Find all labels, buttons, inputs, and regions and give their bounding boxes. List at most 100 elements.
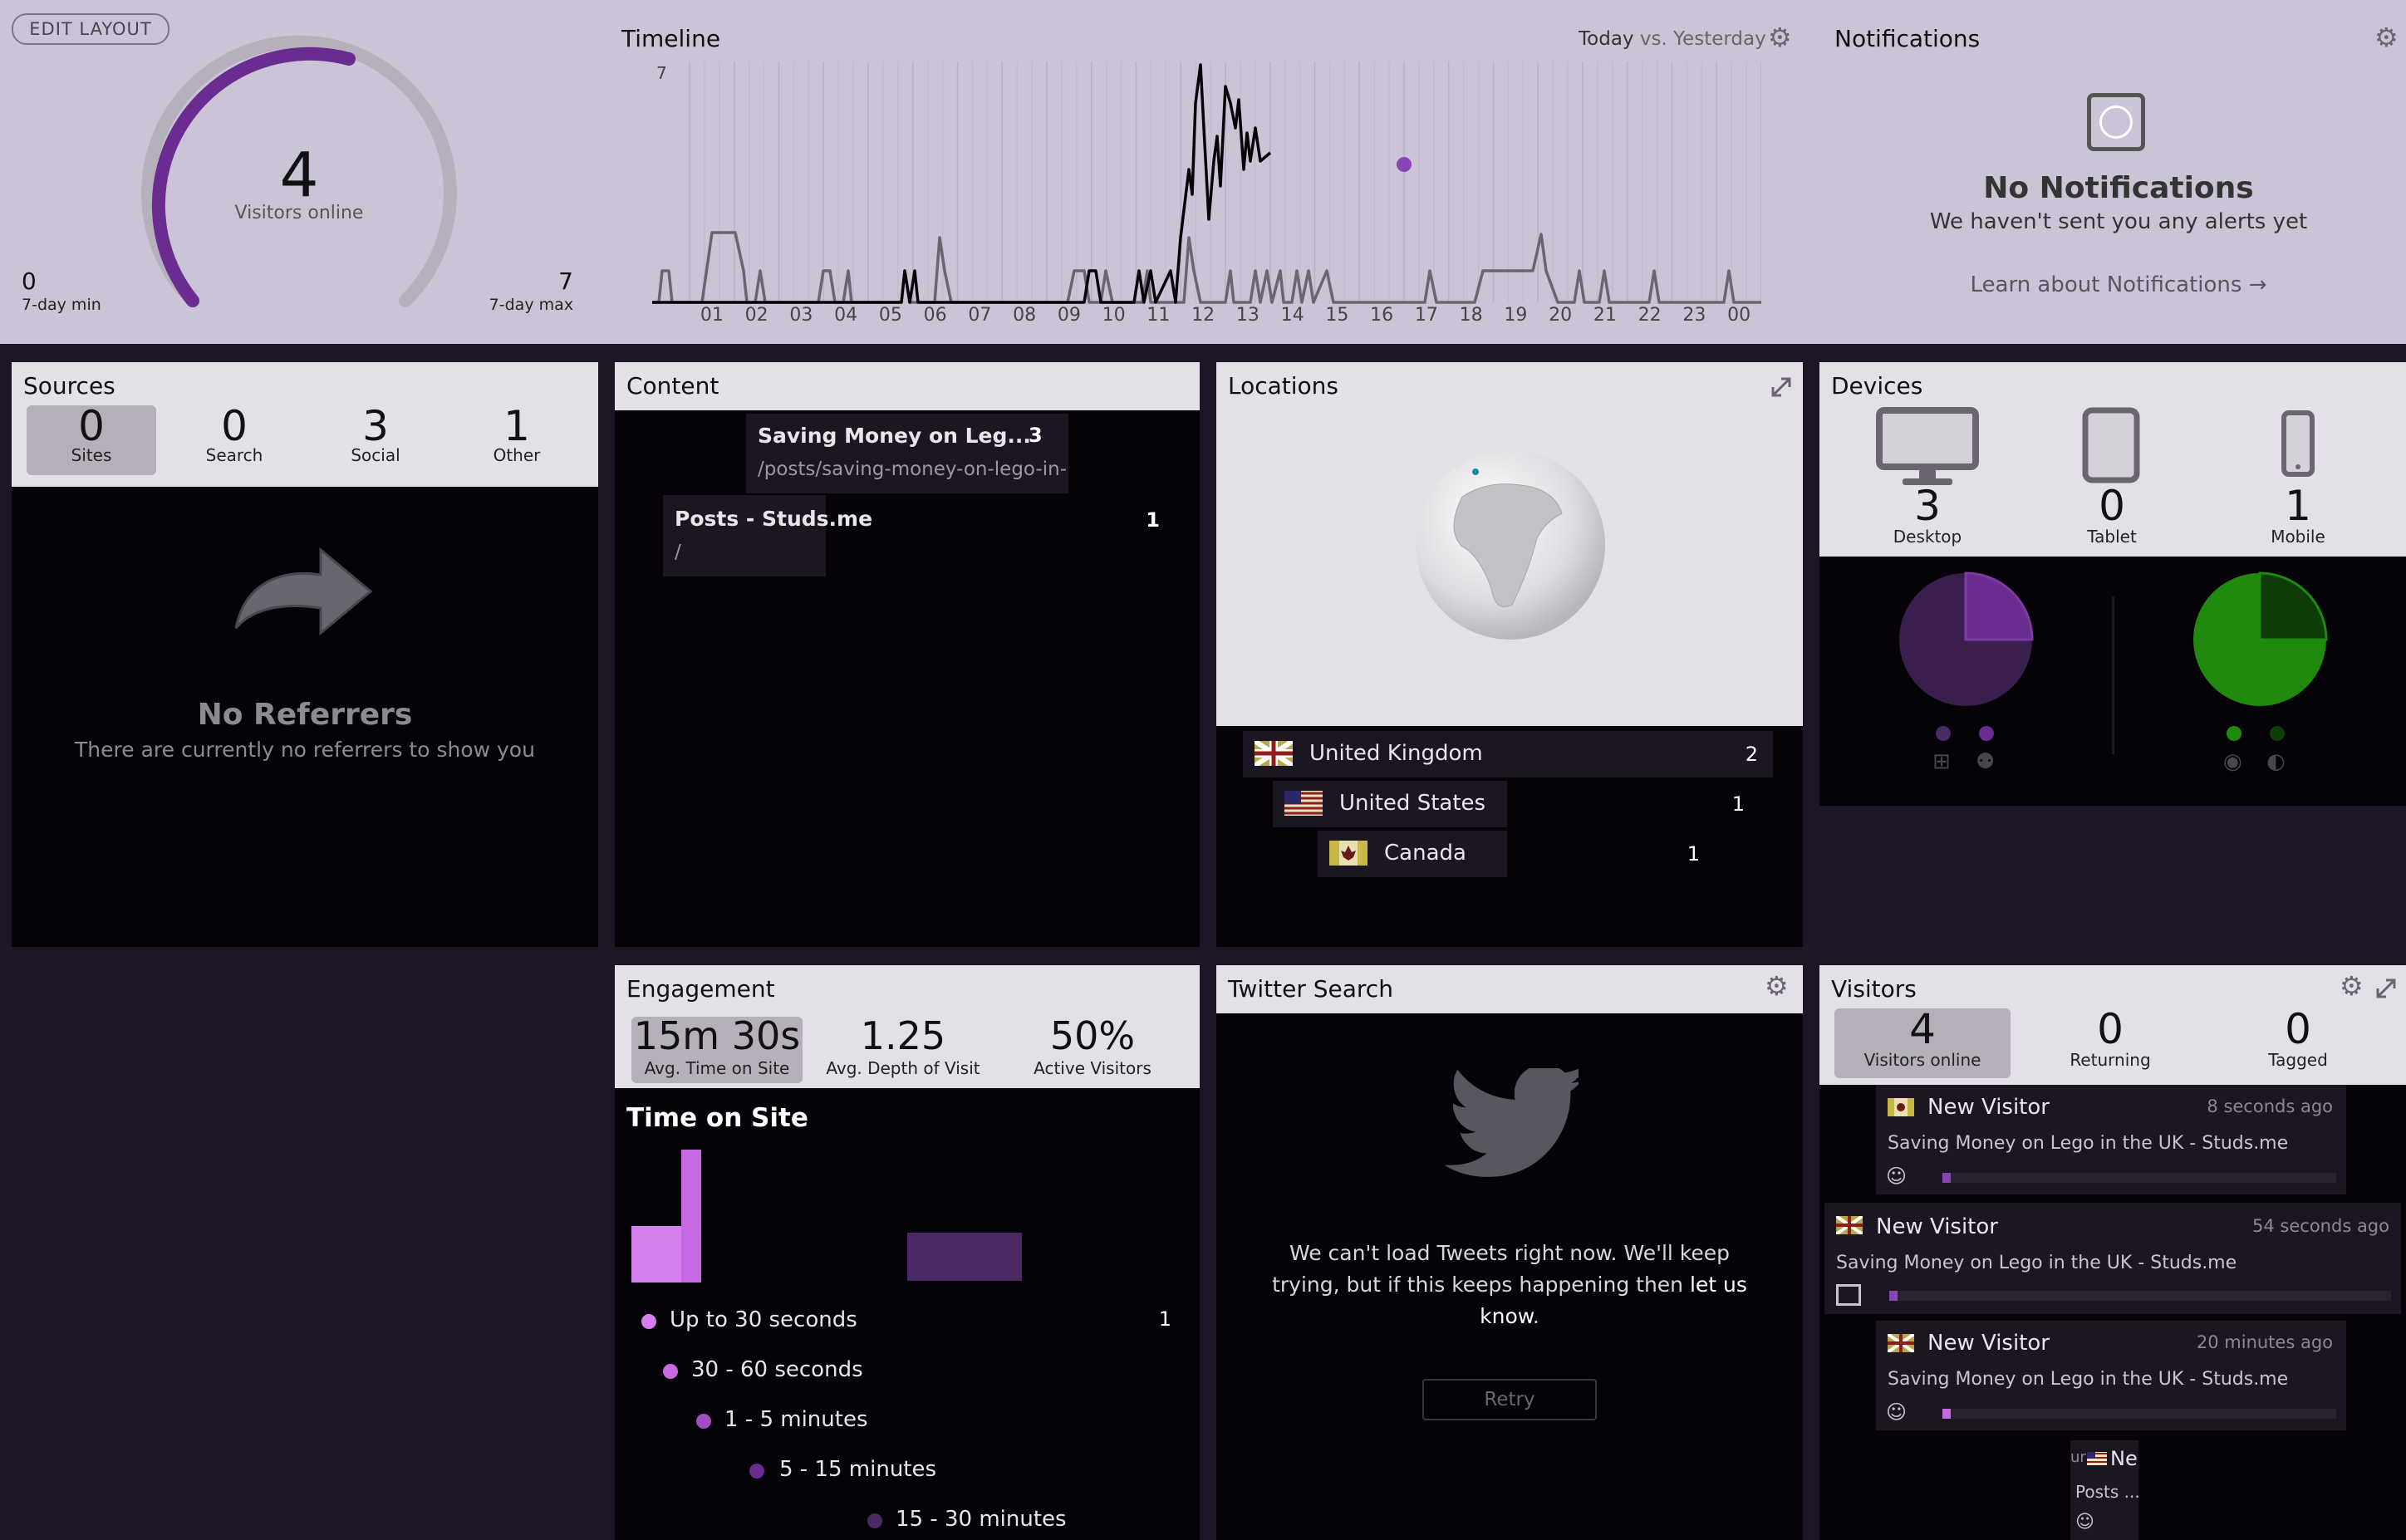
legend-dot xyxy=(749,1464,764,1479)
top-bar: EDIT LAYOUT 4 Visitors online 0 7-day mi… xyxy=(0,0,2406,344)
visitor-time: 20 minutes ago xyxy=(2196,1332,2333,1352)
locations-panel: Locations United Kingdom 2 United States… xyxy=(1216,362,1803,947)
twitter-header: Twitter Search ⚙ xyxy=(1216,965,1803,1013)
location-marker xyxy=(1472,468,1479,475)
sources-other-value: 1 xyxy=(503,402,530,450)
avg-depth-label[interactable]: Avg. Depth of Visit xyxy=(818,1058,989,1078)
tagged-value: 0 xyxy=(2285,1005,2311,1053)
reddit-icon: ☺ xyxy=(1886,1165,1908,1188)
timeline-hour-label: 05 xyxy=(879,305,902,326)
mobile-label: Mobile xyxy=(2271,527,2325,547)
visitor-card[interactable]: ur Ne Posts ... ☺ xyxy=(2070,1440,2138,1540)
visitor-card[interactable]: New Visitor 20 minutes ago Saving Money … xyxy=(1876,1321,2346,1430)
tablet-value: 0 xyxy=(2099,482,2125,530)
let-us-know-link[interactable]: know xyxy=(1480,1304,1533,1328)
bucket-label: 1 - 5 minutes xyxy=(724,1407,868,1432)
desktop-icon xyxy=(1876,407,1979,485)
active-visitors-label[interactable]: Active Visitors xyxy=(1007,1058,1178,1078)
us-flag-icon xyxy=(2087,1452,2107,1465)
time-bar xyxy=(631,1226,681,1283)
location-row[interactable]: United Kingdom 2 xyxy=(1243,731,1773,777)
timeline-current-point xyxy=(1397,157,1412,172)
visitor-name: New Visitor xyxy=(1927,1331,2050,1356)
location-row[interactable]: Canada xyxy=(1318,831,1507,877)
tagged-tab[interactable]: Tagged xyxy=(2210,1050,2386,1070)
avg-time-label[interactable]: Avg. Time on Site xyxy=(631,1058,803,1078)
timeline-chart: 01 02 03 04 05 06 07 08 09 10 11 12 13 14 15 16 17 18 19 20… xyxy=(652,61,1761,326)
mobile-os-pie xyxy=(2193,571,2328,706)
android-dot xyxy=(1979,726,1994,741)
visitor-card[interactable]: New Visitor 8 seconds ago Saving Money o… xyxy=(1876,1085,2346,1194)
active-visitors-value: 50% xyxy=(1049,1013,1136,1058)
expand-icon[interactable] xyxy=(2374,977,2398,1000)
location-count: 2 xyxy=(1745,743,1758,766)
legend-dot xyxy=(663,1364,678,1379)
visitors-gear-icon[interactable]: ⚙ xyxy=(2340,970,2364,1002)
expand-icon[interactable] xyxy=(1770,375,1793,399)
windows-icon: ⊞ xyxy=(1932,749,1951,774)
timeline-hour-label: 03 xyxy=(789,305,813,326)
location-country: United Kingdom xyxy=(1309,741,1483,766)
visitors-title: Visitors xyxy=(1831,975,1917,1003)
engagement-header: Engagement 15m 30s Avg. Time on Site 1.2… xyxy=(615,965,1200,1088)
timeline-hour-label: 21 xyxy=(1593,305,1617,326)
uk-flag-icon xyxy=(1888,1334,1914,1352)
retry-button[interactable]: Retry xyxy=(1422,1379,1597,1420)
sources-sites-label[interactable]: Sites xyxy=(27,445,156,465)
visitor-name: New Visitor xyxy=(1876,1214,1998,1239)
learn-notifications-link[interactable]: Learn about Notifications → xyxy=(1828,272,2406,297)
bucket-label: 15 - 30 minutes xyxy=(896,1507,1067,1532)
sources-header: Sources 0 Sites 0 Search 3 Social 1 Othe… xyxy=(12,362,598,487)
visitor-progress xyxy=(1942,1173,2336,1183)
timeline-title: Timeline xyxy=(621,25,721,52)
returning-tab[interactable]: Returning xyxy=(2022,1050,2198,1070)
sources-social-label[interactable]: Social xyxy=(311,445,440,465)
twitter-gear-icon[interactable]: ⚙ xyxy=(1765,970,1789,1002)
timeline-hour-label: 13 xyxy=(1236,305,1259,326)
twitter-error-message: We can't load Tweets right now. We'll ke… xyxy=(1250,1238,1770,1332)
content-item-title: Posts - Studs.me xyxy=(675,507,873,531)
chrome-icon: ◉ xyxy=(2223,749,2242,774)
firefox-icon: ◐ xyxy=(2266,749,2286,774)
compare-today: Today xyxy=(1579,28,1634,50)
twitter-message-part: . xyxy=(1532,1304,1539,1328)
sources-other-label[interactable]: Other xyxy=(452,445,582,465)
devices-title: Devices xyxy=(1831,372,1923,400)
let-us-know-link[interactable]: let us xyxy=(1690,1273,1747,1297)
timeline-hour-label: 09 xyxy=(1058,305,1081,326)
locations-map-area: Locations xyxy=(1216,362,1803,726)
timeline-gear-icon[interactable]: ⚙ xyxy=(1768,22,1792,53)
location-count: 1 xyxy=(1687,842,1700,866)
max-label: 7-day max xyxy=(489,296,573,314)
content-title: Content xyxy=(626,372,719,400)
legend-dot xyxy=(867,1513,882,1528)
timeline-compare[interactable]: Today vs. Yesterday xyxy=(1579,28,1766,50)
visitors-panel: Visitors ⚙ 4 Visitors online 0 Returning… xyxy=(1819,965,2406,1540)
visitors-online-label: Visitors online xyxy=(234,203,364,223)
tablet-icon xyxy=(2082,407,2140,483)
visitors-header: Visitors ⚙ 4 Visitors online 0 Returning… xyxy=(1819,965,2406,1085)
visitor-time: 8 seconds ago xyxy=(2207,1096,2333,1116)
twitter-bird-icon xyxy=(1444,1068,1579,1177)
visitors-online-tab[interactable]: Visitors online xyxy=(1834,1050,2011,1070)
visitor-partial-prefix: ur xyxy=(2070,1449,2086,1466)
timeline-hour-label: 14 xyxy=(1281,305,1304,326)
firefox-dot xyxy=(2270,726,2285,741)
location-row[interactable]: United States xyxy=(1273,781,1507,827)
content-header: Content xyxy=(615,362,1200,410)
sources-search-label[interactable]: Search xyxy=(169,445,299,465)
content-item[interactable]: Posts - Studs.me / xyxy=(663,495,872,576)
timeline-hour-label: 17 xyxy=(1415,305,1438,326)
content-item-path: / xyxy=(675,542,681,563)
windows-dot xyxy=(1936,726,1951,741)
globe-map[interactable] xyxy=(1412,447,1608,643)
visitor-card[interactable]: New Visitor 54 seconds ago Saving Money … xyxy=(1824,1203,2401,1314)
sources-sites-value: 0 xyxy=(78,402,105,450)
timeline-series xyxy=(652,63,1272,304)
visitor-page: Saving Money on Lego in the UK - Studs.m… xyxy=(1888,1133,2289,1154)
visitor-page: Posts ... xyxy=(2075,1482,2138,1502)
sources-title: Sources xyxy=(23,372,115,400)
content-item[interactable]: Saving Money on Leg... /posts/saving-mon… xyxy=(746,414,1068,493)
notifications-gear-icon[interactable]: ⚙ xyxy=(2374,22,2399,53)
avg-time-value: 15m 30s xyxy=(633,1013,801,1058)
